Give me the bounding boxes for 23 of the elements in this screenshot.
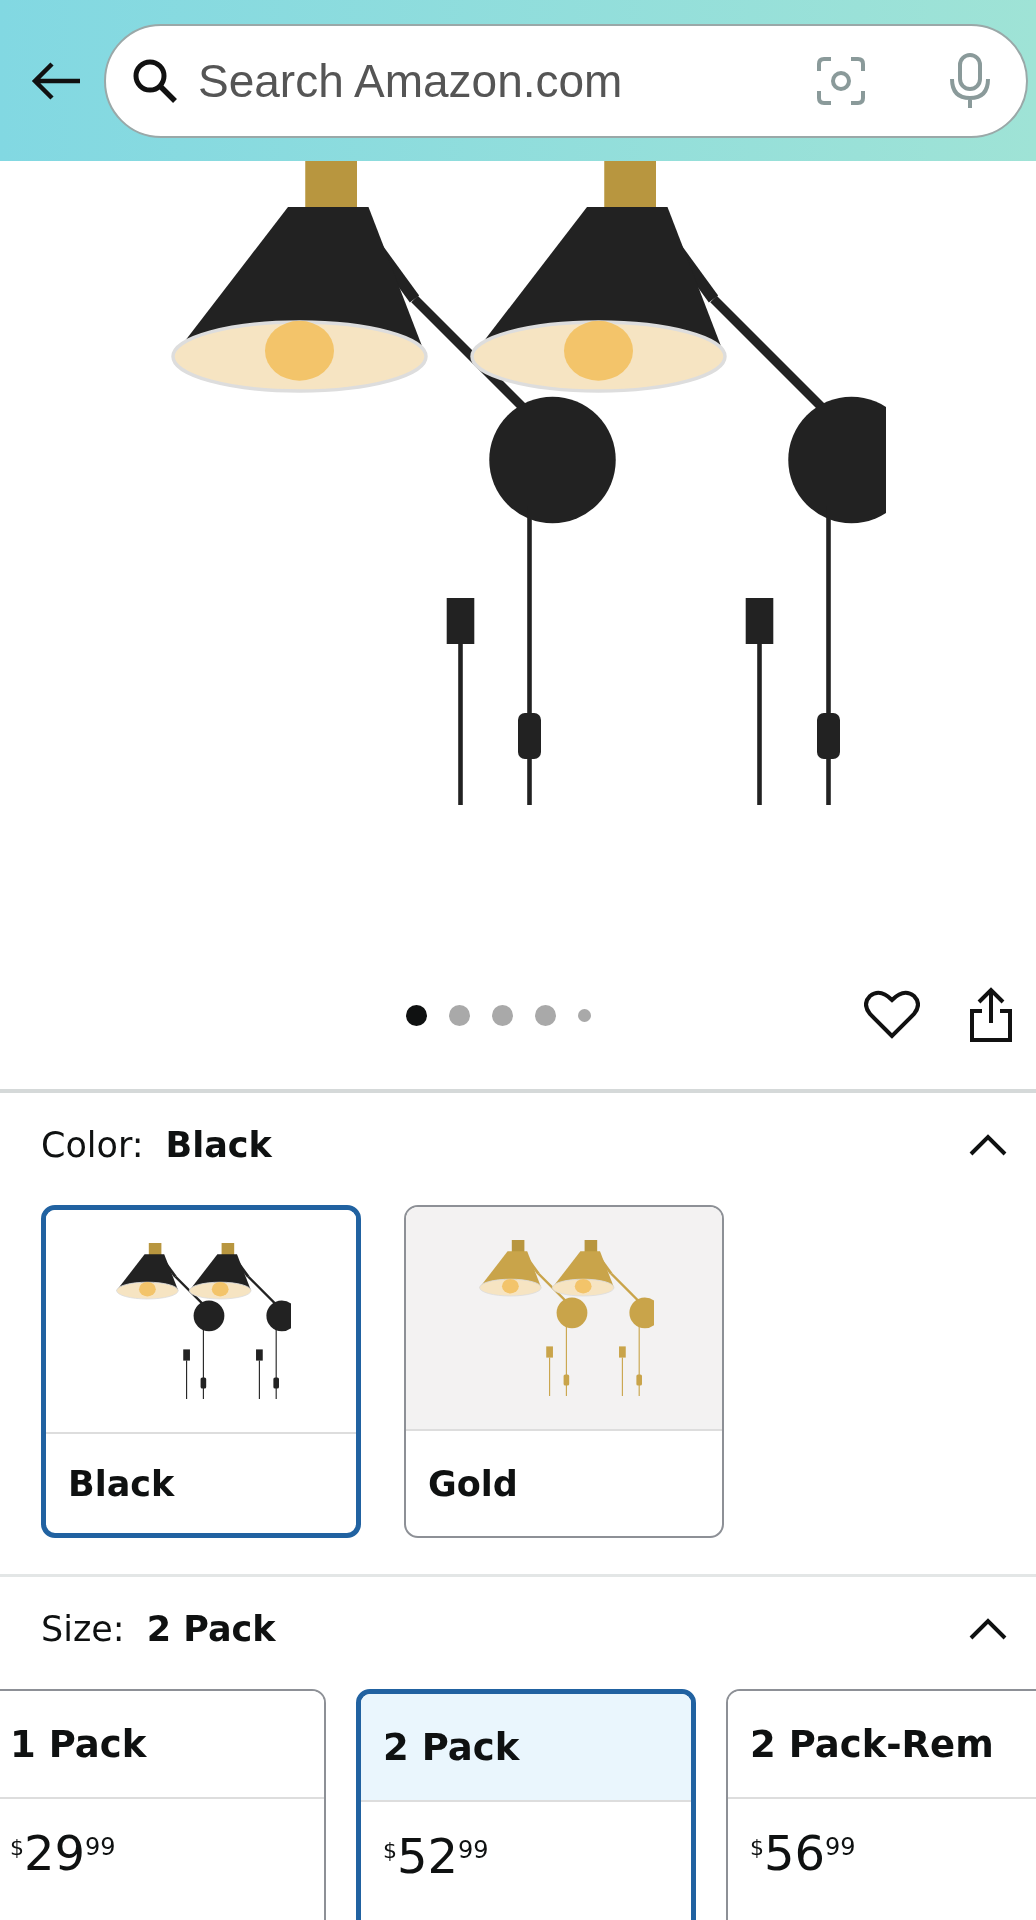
size-label: Size:: [41, 1609, 125, 1649]
color-swatch[interactable]: Gold: [404, 1205, 724, 1538]
color-label: Color:: [41, 1125, 144, 1165]
page-dot[interactable]: [448, 1004, 470, 1026]
chevron-up-icon[interactable]: [968, 1133, 1008, 1157]
swatch-label: Black: [67, 1462, 176, 1506]
page-dot[interactable]: [577, 1008, 591, 1022]
color-value: Black: [165, 1125, 272, 1165]
size-value: 2 Pack: [146, 1609, 276, 1649]
page-dot[interactable]: [491, 1004, 513, 1026]
page-dot[interactable]: [534, 1004, 556, 1026]
swatch-label: Gold: [427, 1462, 519, 1506]
size-option-label: 2 Pack: [361, 1694, 691, 1802]
search-icon: [132, 57, 178, 104]
page-dot[interactable]: [405, 1004, 427, 1026]
microphone-icon[interactable]: [948, 51, 992, 110]
search-bar[interactable]: Search Amazon.com: [104, 23, 1028, 138]
size-option-label: 2 Pack-Rem: [728, 1691, 1036, 1799]
camera-scan-icon[interactable]: [816, 55, 866, 106]
color-swatch[interactable]: Black: [41, 1205, 361, 1538]
size-option-label: 1 Pack: [0, 1691, 324, 1799]
share-icon[interactable]: [968, 987, 1014, 1043]
chevron-up-icon[interactable]: [968, 1617, 1008, 1641]
